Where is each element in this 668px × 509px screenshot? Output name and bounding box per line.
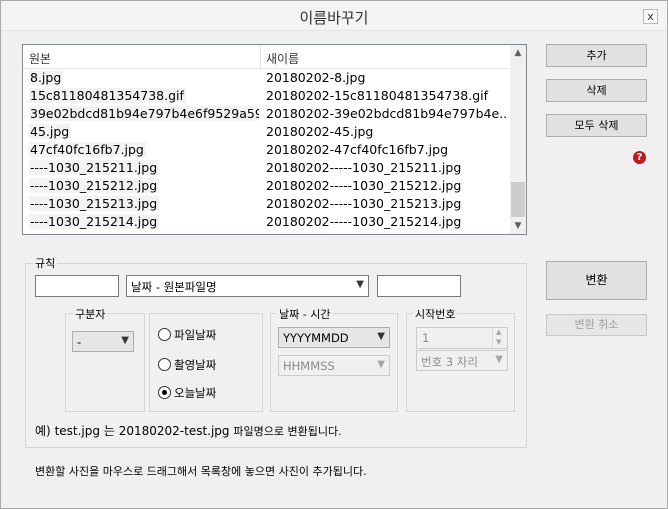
new-filename: 20180202-----1030_215211.jpg	[266, 160, 462, 175]
separator-label: 구분자	[73, 306, 108, 322]
list-item[interactable]: 47cf40fc16fb7.jpg 20180202-47cf40fc16fb7…	[23, 141, 510, 159]
cancel-convert-button[interactable]: 변환 취소	[546, 314, 647, 336]
example-result: 20180202-test.jpg	[118, 424, 230, 438]
list-item[interactable]: ----1030_215212.jpg 20180202-----1030_21…	[23, 177, 510, 195]
new-filename: 20180202-45.jpg	[266, 124, 374, 139]
chevron-down-icon: ▼	[377, 331, 385, 342]
column-divider[interactable]	[260, 45, 261, 69]
list-item[interactable]: ----1030_215214.jpg 20180202-----1030_21…	[23, 213, 510, 231]
new-filename: 20180202-39e02bdcd81b94e797b4e...	[266, 106, 506, 121]
list-header: 원본 새이름	[23, 45, 510, 69]
radio-button[interactable]	[158, 386, 171, 399]
suffix-input[interactable]	[377, 275, 461, 297]
format-select-value: 날짜 - 원본파일명	[131, 280, 217, 294]
chevron-down-icon: ▼	[121, 335, 129, 346]
scrollbar-thumb[interactable]	[511, 182, 525, 217]
time-format-select[interactable]: HHMMSS ▼	[278, 355, 390, 376]
example-suffix: 파일명으로 변환됩니다.	[233, 425, 342, 438]
original-filename: ----1030_215212.jpg	[29, 178, 160, 193]
delete-button[interactable]: 삭제	[546, 79, 647, 102]
original-filename: ----1030_215213.jpg	[29, 196, 160, 211]
original-filename: 39e02bdcd81b94e797b4e6f9529a597...	[29, 106, 259, 121]
original-filename: ----1030_215214.jpg	[29, 214, 160, 229]
list-item[interactable]: 45.jpg 20180202-45.jpg	[23, 123, 510, 141]
example-text: 예) test.jpg 는 20180202-test.jpg 파일명으로 변환…	[35, 422, 342, 439]
new-filename: 20180202-8.jpg	[266, 70, 366, 85]
original-filename: 15c81180481354738.gif	[29, 88, 186, 103]
example-source: test.jpg	[54, 424, 100, 438]
list-item[interactable]: ----1030_215211.jpg 20180202-----1030_21…	[23, 159, 510, 177]
start-number-label: 시작번호	[413, 306, 458, 322]
radio-label: 촬영날짜	[174, 358, 217, 372]
column-new-name[interactable]: 새이름	[266, 50, 299, 67]
separator-select-value: -	[77, 335, 82, 349]
digits-value: 번호 3 자리	[421, 355, 478, 369]
convert-button[interactable]: 변환	[546, 261, 647, 300]
drag-drop-hint: 변환할 사진을 마우스로 드래그해서 목록창에 놓으면 사진이 추가됩니다.	[35, 465, 367, 478]
start-number-value: 1	[422, 331, 430, 345]
chevron-down-icon: ▼	[377, 359, 385, 370]
new-filename: 20180202-47cf40fc16fb7.jpg	[266, 142, 449, 157]
help-icon[interactable]: ?	[633, 151, 646, 164]
list-rows: 8.jpg 20180202-8.jpg 15c81180481354738.g…	[23, 69, 510, 231]
chevron-down-icon: ▼	[356, 279, 364, 290]
radio-label: 오늘날짜	[174, 386, 217, 400]
close-button[interactable]: x	[643, 9, 658, 24]
chevron-down-icon: ▼	[495, 354, 503, 365]
original-filename: 47cf40fc16fb7.jpg	[29, 142, 146, 157]
add-button[interactable]: 추가	[546, 44, 647, 67]
list-item[interactable]: 15c81180481354738.gif 20180202-15c811804…	[23, 87, 510, 105]
format-select[interactable]: 날짜 - 원본파일명 ▼	[126, 275, 369, 297]
start-number-stepper[interactable]: 1 ▲ ▼	[416, 327, 508, 349]
date-format-select[interactable]: YYYYMMDD ▼	[278, 327, 390, 348]
stepper-buttons[interactable]: ▲ ▼	[492, 328, 507, 348]
rules-group-label: 규칙	[33, 255, 58, 271]
original-filename: ----1030_215211.jpg	[29, 160, 160, 175]
time-format-value: HHMMSS	[283, 359, 335, 373]
chevron-down-icon[interactable]: ▼	[496, 338, 501, 346]
list-item[interactable]: ----1030_215213.jpg 20180202-----1030_21…	[23, 195, 510, 213]
chevron-up-icon[interactable]: ▲	[496, 328, 501, 336]
prefix-input[interactable]	[35, 275, 119, 297]
example-connector: 는	[103, 424, 115, 438]
radio-button[interactable]	[158, 328, 171, 341]
column-original[interactable]: 원본	[29, 50, 51, 67]
file-list[interactable]: 원본 새이름 8.jpg 20180202-8.jpg 15c811804813…	[22, 44, 527, 235]
digits-select[interactable]: 번호 3 자리 ▼	[416, 350, 508, 371]
new-filename: 20180202-----1030_215214.jpg	[266, 214, 462, 229]
window-title: 이름바꾸기	[299, 9, 369, 27]
separator-group	[65, 313, 145, 412]
radio-button[interactable]	[158, 358, 171, 371]
new-filename: 20180202-----1030_215212.jpg	[266, 178, 462, 193]
vertical-scrollbar[interactable]: ▲ ▼	[510, 45, 526, 234]
list-item[interactable]: 8.jpg 20180202-8.jpg	[23, 69, 510, 87]
rename-dialog: 이름바꾸기 x 원본 새이름 8.jpg 20180202-8.jpg 15c8…	[0, 0, 668, 509]
list-item[interactable]: 39e02bdcd81b94e797b4e6f9529a597... 20180…	[23, 105, 510, 123]
new-filename: 20180202-15c81180481354738.gif	[266, 88, 489, 103]
chevron-up-icon[interactable]: ▲	[510, 45, 526, 61]
date-time-label: 날짜 - 시간	[277, 306, 333, 322]
new-filename: 20180202-----1030_215213.jpg	[266, 196, 462, 211]
title-bar: 이름바꾸기 x	[1, 1, 667, 31]
radio-label: 파일날짜	[174, 328, 217, 342]
delete-all-button[interactable]: 모두 삭제	[546, 114, 647, 137]
date-format-value: YYYYMMDD	[283, 331, 349, 345]
separator-select[interactable]: - ▼	[72, 331, 134, 352]
original-filename: 8.jpg	[29, 70, 64, 85]
chevron-down-icon[interactable]: ▼	[510, 218, 526, 234]
example-prefix: 예)	[35, 424, 51, 438]
original-filename: 45.jpg	[29, 124, 72, 139]
